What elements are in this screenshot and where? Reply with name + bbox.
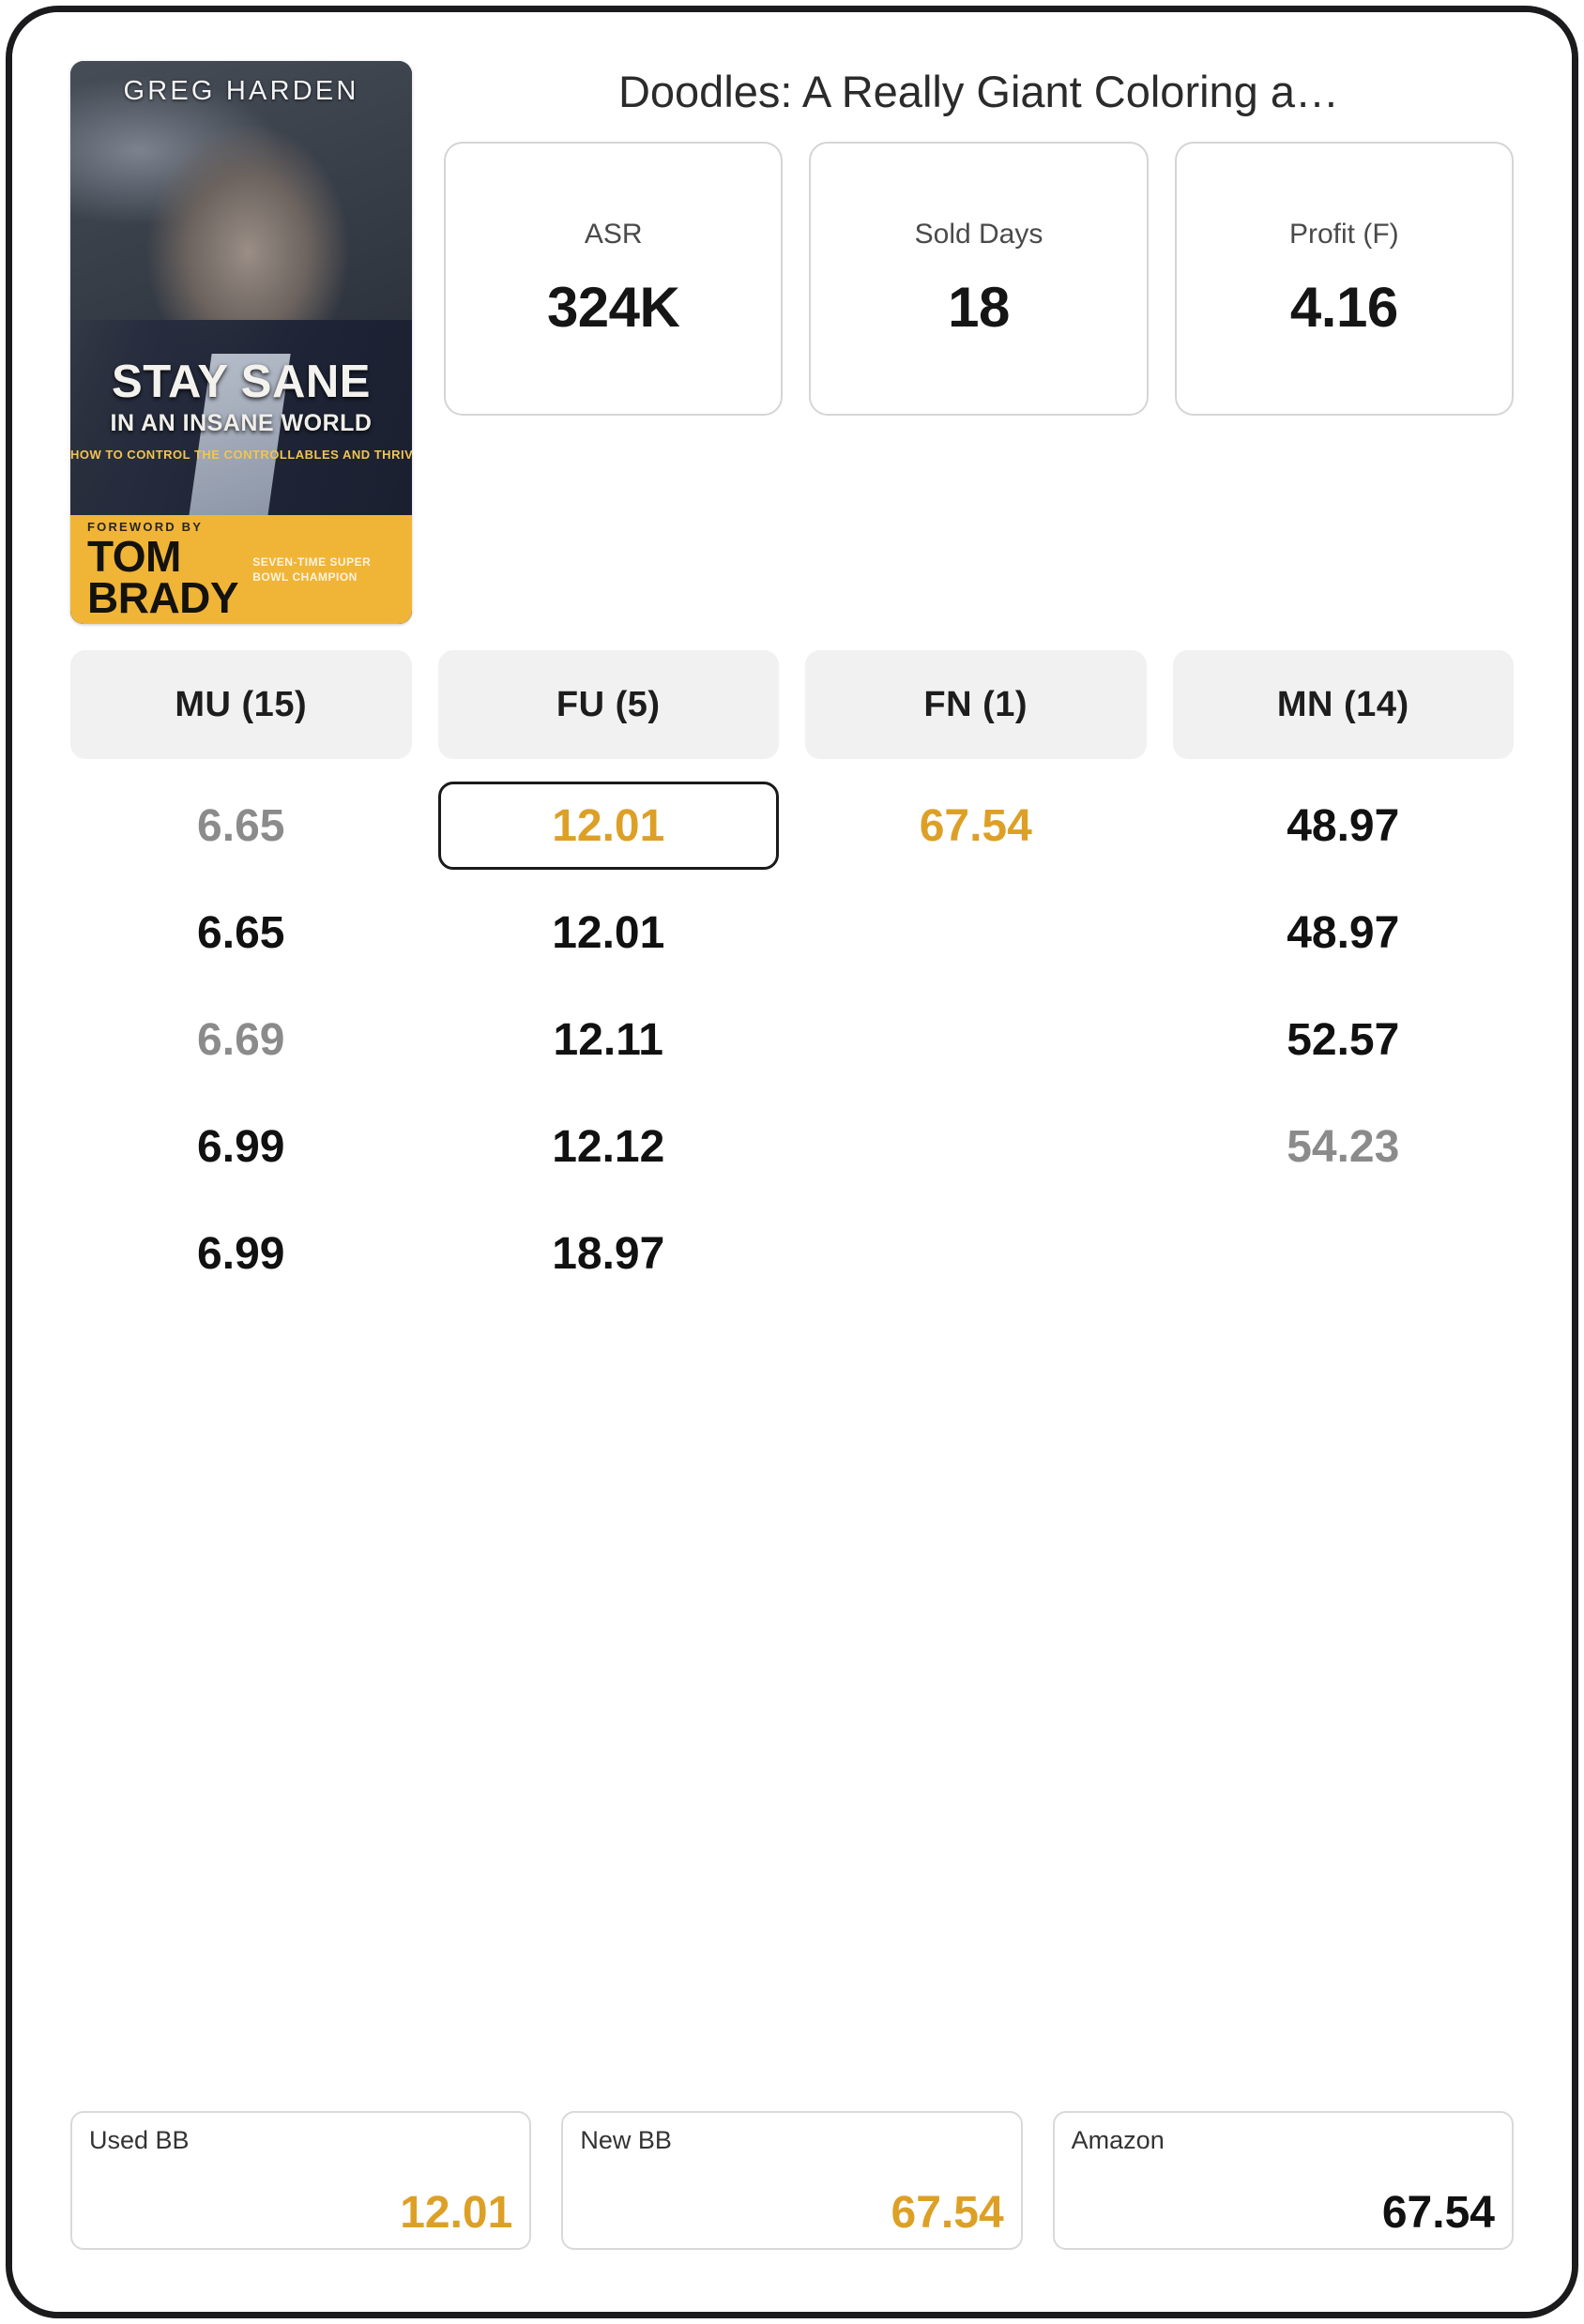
cell-mn[interactable]: 52.57 [1173,986,1515,1093]
cover-foreword-band: FOREWORD BY TOM BRADY SEVEN-TIME SUPER B… [70,515,412,624]
metric-value-sold-days: 18 [948,275,1010,339]
cover-tagline: HOW TO CONTROL THE CONTROLLABLES AND THR… [70,448,412,462]
offers-table: 6.65 12.01 67.54 48.97 6.65 12.01 48.97 … [70,772,1514,1551]
cell-mn[interactable]: 48.97 [1173,772,1515,879]
cell-mn [1173,1200,1515,1307]
summary-label-new-bb: New BB [580,2126,672,2154]
summary-value-new-bb: 67.54 [891,2188,1004,2238]
table-row: 6.65 12.01 48.97 [70,879,1514,986]
device-frame: GREG HARDEN STAY SANE IN AN INSANE WORLD… [6,6,1578,2318]
cell-mu[interactable]: 6.99 [70,1200,412,1307]
tab-fu[interactable]: FU (5) [437,650,779,759]
metric-label-asr: ASR [584,218,643,250]
cover-author-name: GREG HARDEN [123,76,359,106]
cell-fu[interactable]: 12.11 [438,986,780,1093]
cell-fu[interactable]: 12.01 [437,772,779,879]
summary-value-amazon: 67.54 [1381,2188,1495,2238]
cover-foreword-credit: SEVEN-TIME SUPER BOWL CHAMPION [252,554,372,584]
header: GREG HARDEN STAY SANE IN AN INSANE WORLD… [70,61,1514,624]
cell-mu[interactable]: 6.99 [70,1093,412,1200]
cell-fn [805,986,1147,1093]
cell-fu[interactable]: 12.12 [438,1093,780,1200]
cell-fu[interactable]: 18.97 [438,1200,780,1307]
table-row: 6.99 18.97 [70,1200,1514,1307]
selected-cell-fu[interactable]: 12.01 [437,782,779,870]
summary-label-amazon: Amazon [1071,2126,1165,2154]
metric-label-profit: Profit (F) [1288,218,1399,250]
table-row: 6.99 12.12 54.23 [70,1093,1514,1200]
summary-cards: Used BB 12.01 New BB 67.54 Amazon 67.54 [70,2111,1514,2250]
metric-card-asr[interactable]: ASR 324K [444,142,784,417]
tab-fn[interactable]: FN (1) [805,650,1147,759]
metric-card-sold-days[interactable]: Sold Days 18 [809,142,1149,417]
cover-foreword-left: FOREWORD BY TOM BRADY [70,520,252,622]
page-title: Doodles: A Really Giant Coloring a… [617,67,1340,116]
cover-title-line-1: STAY SANE [112,357,371,407]
cover-foreword-name: TOM BRADY [87,532,239,622]
cell-fn [805,879,1147,986]
summary-value-used-bb: 12.01 [400,2188,513,2238]
cell-mn[interactable]: 54.23 [1173,1093,1515,1200]
summary-card-amazon[interactable]: Amazon 67.54 [1052,2111,1514,2250]
cell-mu[interactable]: 6.69 [70,986,412,1093]
metric-card-profit[interactable]: Profit (F) 4.16 [1174,142,1514,417]
metric-label-sold-days: Sold Days [914,218,1043,250]
summary-card-new-bb[interactable]: New BB 67.54 [561,2111,1023,2250]
tab-mn[interactable]: MN (14) [1172,650,1514,759]
app-root: GREG HARDEN STAY SANE IN AN INSANE WORLD… [0,0,1584,2324]
cover-title-line-2: IN AN INSANE WORLD [110,410,373,436]
screen: GREG HARDEN STAY SANE IN AN INSANE WORLD… [12,12,1572,2312]
summary-label-used-bb: Used BB [89,2126,190,2154]
book-cover-image[interactable]: GREG HARDEN STAY SANE IN AN INSANE WORLD… [70,61,412,624]
cell-mu[interactable]: 6.65 [70,879,412,986]
metric-cards: ASR 324K Sold Days 18 Profit (F) 4.16 [444,142,1514,417]
table-row: 6.65 12.01 67.54 48.97 [70,772,1514,879]
metric-value-profit: 4.16 [1289,275,1398,339]
cell-fn [805,1200,1147,1307]
cell-fn[interactable]: 67.54 [805,772,1147,879]
column-tabs: MU (15) FU (5) FN (1) MN (14) [70,650,1514,759]
tab-mu[interactable]: MU (15) [70,650,412,759]
metric-value-asr: 324K [546,275,680,339]
table-row: 6.69 12.11 52.57 [70,986,1514,1093]
cell-mn[interactable]: 48.97 [1173,879,1515,986]
cell-fn [805,1093,1147,1200]
header-right-column: Doodles: A Really Giant Coloring a… ASR … [444,61,1514,417]
cell-mu[interactable]: 6.65 [70,772,412,879]
cell-fu[interactable]: 12.01 [438,879,780,986]
summary-card-used-bb[interactable]: Used BB 12.01 [70,2111,532,2250]
